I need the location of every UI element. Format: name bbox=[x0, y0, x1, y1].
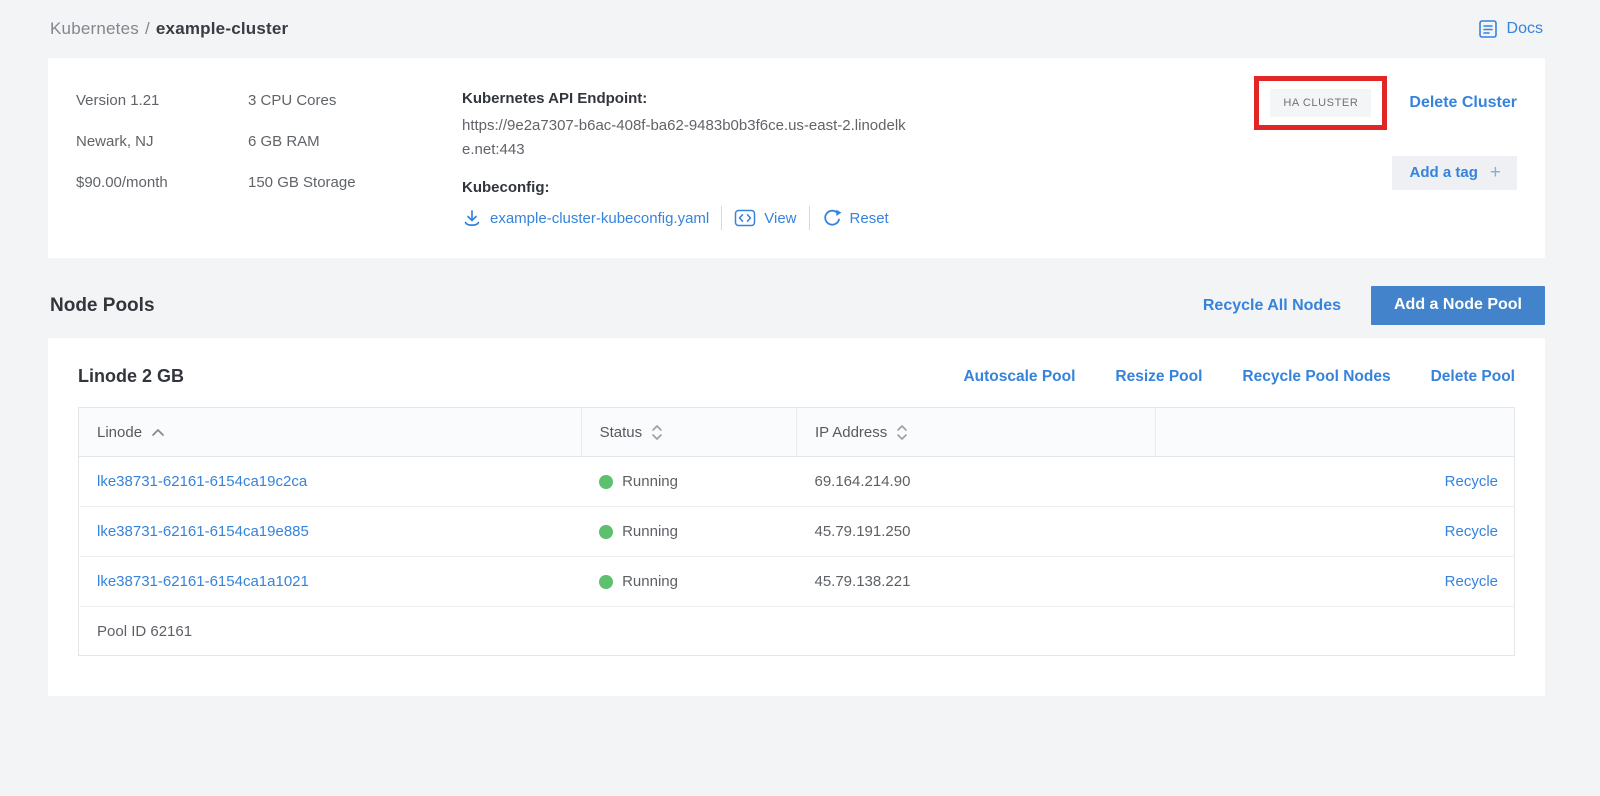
cluster-specs-column-1: Version 1.21 Newark, NJ $90.00/month bbox=[76, 90, 248, 230]
sort-both-icon bbox=[896, 424, 908, 441]
badge-and-delete-row: HA CLUSTER Delete Cluster bbox=[1254, 76, 1517, 130]
api-endpoint-url: https://9e2a7307-b6ac-408f-ba62-9483b0b3… bbox=[462, 114, 912, 162]
kubeconfig-download-link[interactable]: example-cluster-kubeconfig.yaml bbox=[462, 208, 709, 228]
nodes-table: Linode Status bbox=[78, 407, 1515, 656]
column-header-status[interactable]: Status bbox=[581, 408, 796, 457]
top-bar: Kubernetes / example-cluster Docs bbox=[48, 0, 1545, 58]
add-node-pool-button[interactable]: Add a Node Pool bbox=[1371, 286, 1545, 325]
node-pools-title: Node Pools bbox=[48, 295, 155, 317]
node-status: Running bbox=[599, 557, 796, 606]
ip-column-label: IP Address bbox=[815, 424, 887, 441]
cluster-region: Newark, NJ bbox=[76, 131, 248, 153]
plus-icon: + bbox=[1490, 166, 1501, 180]
code-view-icon bbox=[734, 209, 756, 227]
recycle-pool-nodes-button[interactable]: Recycle Pool Nodes bbox=[1242, 368, 1390, 386]
node-pools-header: Node Pools Recycle All Nodes Add a Node … bbox=[48, 286, 1545, 325]
linode-column-label: Linode bbox=[97, 424, 142, 441]
table-header-row: Linode Status bbox=[79, 408, 1515, 457]
divider bbox=[721, 206, 722, 230]
cluster-cpu: 3 CPU Cores bbox=[248, 90, 462, 112]
cluster-summary-card: Version 1.21 Newark, NJ $90.00/month 3 C… bbox=[48, 58, 1545, 258]
status-label: Running bbox=[622, 523, 678, 540]
recycle-node-button[interactable]: Recycle bbox=[1445, 573, 1498, 590]
pool-id-label: Pool ID 62161 bbox=[79, 607, 1515, 656]
kubeconfig-reset-link[interactable]: Reset bbox=[822, 208, 889, 228]
recycle-node-button[interactable]: Recycle bbox=[1445, 523, 1498, 540]
api-endpoint-label: Kubernetes API Endpoint: bbox=[462, 90, 932, 107]
delete-cluster-button[interactable]: Delete Cluster bbox=[1409, 94, 1517, 112]
node-row: lke38731-62161-6154ca19e885 Running 45.7… bbox=[79, 507, 1515, 557]
pool-action-links: Autoscale Pool Resize Pool Recycle Pool … bbox=[963, 368, 1515, 386]
node-status: Running bbox=[599, 507, 796, 556]
pool-id-row: Pool ID 62161 bbox=[79, 607, 1515, 656]
cluster-storage: 150 GB Storage bbox=[248, 172, 462, 194]
ha-cluster-badge: HA CLUSTER bbox=[1270, 89, 1371, 117]
recycle-all-nodes-button[interactable]: Recycle All Nodes bbox=[1203, 297, 1341, 315]
docs-label: Docs bbox=[1507, 20, 1543, 38]
status-running-icon bbox=[599, 525, 613, 539]
breadcrumb-cluster-name: example-cluster bbox=[156, 19, 288, 38]
status-running-icon bbox=[599, 575, 613, 589]
add-tag-button[interactable]: Add a tag + bbox=[1392, 156, 1517, 190]
cluster-specs-column-2: 3 CPU Cores 6 GB RAM 150 GB Storage bbox=[248, 90, 462, 230]
status-label: Running bbox=[622, 573, 678, 590]
cluster-ram: 6 GB RAM bbox=[248, 131, 462, 153]
resize-pool-button[interactable]: Resize Pool bbox=[1115, 368, 1202, 386]
node-ip-address: 45.79.191.250 bbox=[796, 507, 1155, 557]
status-label: Running bbox=[622, 473, 678, 490]
node-ip-address: 69.164.214.90 bbox=[796, 457, 1155, 507]
annotation-red-box: HA CLUSTER bbox=[1254, 76, 1387, 130]
view-label: View bbox=[764, 210, 796, 227]
kubeconfig-view-link[interactable]: View bbox=[734, 209, 796, 227]
kubeconfig-label: Kubeconfig: bbox=[462, 179, 932, 196]
download-icon bbox=[462, 208, 482, 228]
pool-plan-name: Linode 2 GB bbox=[78, 366, 184, 387]
breadcrumb-separator: / bbox=[145, 19, 150, 38]
column-header-ip-address[interactable]: IP Address bbox=[796, 408, 1155, 457]
cluster-price: $90.00/month bbox=[76, 172, 248, 194]
column-header-actions bbox=[1155, 408, 1514, 457]
cluster-version: Version 1.21 bbox=[76, 90, 248, 112]
pool-card-header: Linode 2 GB Autoscale Pool Resize Pool R… bbox=[78, 366, 1515, 387]
kubeconfig-actions-row: example-cluster-kubeconfig.yaml View bbox=[462, 206, 932, 230]
node-link[interactable]: lke38731-62161-6154ca19c2ca bbox=[97, 473, 307, 490]
node-row: lke38731-62161-6154ca19c2ca Running 69.1… bbox=[79, 457, 1515, 507]
autoscale-pool-button[interactable]: Autoscale Pool bbox=[963, 368, 1075, 386]
reset-icon bbox=[822, 208, 842, 228]
summary-right-column: HA CLUSTER Delete Cluster Add a tag + bbox=[1254, 90, 1517, 230]
breadcrumb: Kubernetes / example-cluster bbox=[50, 19, 288, 39]
sort-ascending-icon bbox=[151, 428, 165, 437]
node-link[interactable]: lke38731-62161-6154ca1a1021 bbox=[97, 573, 309, 590]
delete-pool-button[interactable]: Delete Pool bbox=[1431, 368, 1515, 386]
docs-icon bbox=[1477, 18, 1499, 40]
breadcrumb-kubernetes[interactable]: Kubernetes bbox=[50, 19, 139, 38]
recycle-node-button[interactable]: Recycle bbox=[1445, 473, 1498, 490]
kubeconfig-file-name: example-cluster-kubeconfig.yaml bbox=[490, 210, 709, 227]
sort-both-icon bbox=[651, 424, 663, 441]
node-pool-card: Linode 2 GB Autoscale Pool Resize Pool R… bbox=[48, 338, 1545, 696]
docs-link[interactable]: Docs bbox=[1477, 18, 1543, 40]
node-status: Running bbox=[599, 457, 796, 506]
status-column-label: Status bbox=[600, 424, 643, 441]
status-running-icon bbox=[599, 475, 613, 489]
add-tag-label: Add a tag bbox=[1410, 164, 1478, 181]
kubernetes-cluster-page: Kubernetes / example-cluster Docs Version … bbox=[0, 0, 1600, 696]
node-row: lke38731-62161-6154ca1a1021 Running 45.7… bbox=[79, 557, 1515, 607]
divider bbox=[809, 206, 810, 230]
column-header-linode[interactable]: Linode bbox=[79, 408, 582, 457]
node-pools-actions: Recycle All Nodes Add a Node Pool bbox=[1203, 286, 1545, 325]
reset-label: Reset bbox=[850, 210, 889, 227]
node-ip-address: 45.79.138.221 bbox=[796, 557, 1155, 607]
endpoint-column: Kubernetes API Endpoint: https://9e2a730… bbox=[462, 90, 932, 230]
node-link[interactable]: lke38731-62161-6154ca19e885 bbox=[97, 523, 309, 540]
